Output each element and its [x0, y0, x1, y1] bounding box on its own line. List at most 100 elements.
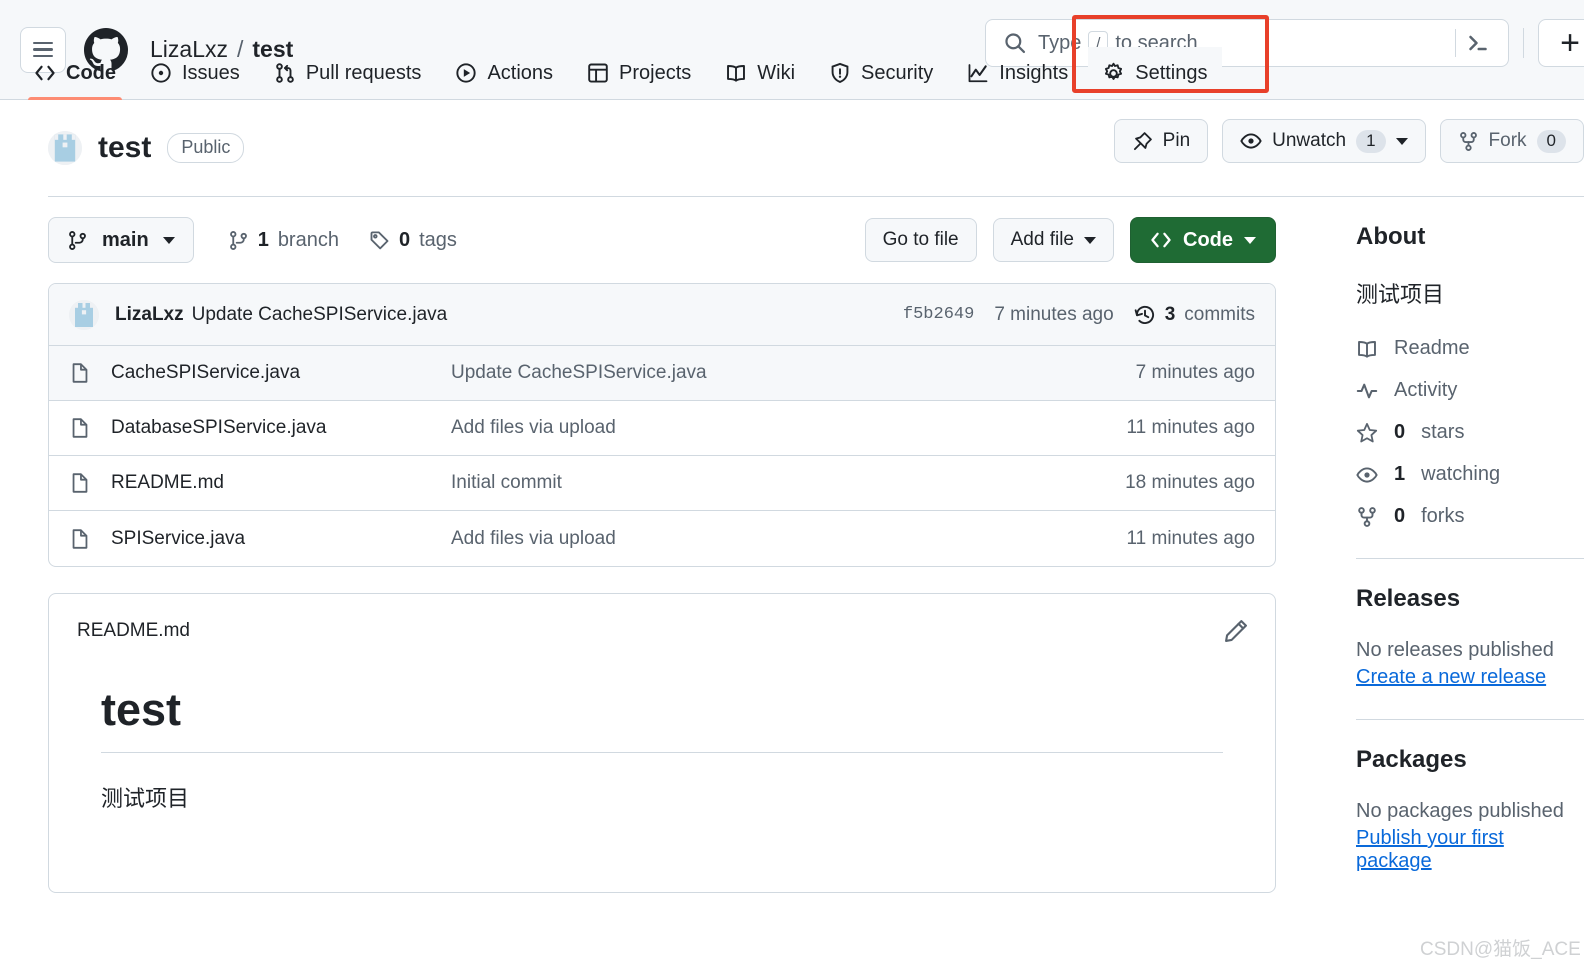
- avatar[interactable]: [48, 131, 82, 165]
- file-commit-message[interactable]: Add files via upload: [451, 417, 1126, 439]
- latest-commit-bar: LizaLxz Update CacheSPIService.java f5b2…: [49, 284, 1275, 346]
- readme-panel: README.md test 测试项目: [48, 593, 1276, 893]
- sidebar-forks-count: 0: [1394, 505, 1406, 527]
- shield-icon: [831, 62, 849, 83]
- tab-actions[interactable]: Actions: [441, 47, 567, 99]
- table-row[interactable]: README.md Initial commit 18 minutes ago: [49, 456, 1275, 511]
- readme-content: test 测试项目: [77, 642, 1247, 813]
- file-name[interactable]: CacheSPIService.java: [111, 362, 451, 384]
- commit-count[interactable]: 3 commits: [1134, 304, 1255, 326]
- branch-meta: 1 branch 0 tags: [228, 229, 457, 252]
- code-icon: [35, 65, 55, 81]
- code-button[interactable]: Code: [1130, 217, 1276, 263]
- sidebar-watching-count: 1: [1394, 463, 1406, 485]
- tab-insights[interactable]: Insights: [953, 47, 1082, 99]
- git-branch-icon: [229, 230, 247, 250]
- tab-wiki[interactable]: Wiki: [711, 47, 809, 99]
- sidebar-item-label: Readme: [1394, 337, 1470, 359]
- sidebar-item-stars[interactable]: 0 stars: [1356, 421, 1584, 444]
- tab-projects[interactable]: Projects: [573, 47, 705, 99]
- tab-settings[interactable]: Settings: [1088, 47, 1221, 99]
- tab-security-label: Security: [861, 61, 934, 84]
- tab-settings-wrapper: Settings: [1072, 15, 1270, 99]
- tab-issues[interactable]: Issues: [136, 47, 254, 99]
- repo-header: test Public Pin Unwatch 1 Fork 0: [0, 100, 1584, 174]
- watermark: CSDN@猫饭_ACE: [1420, 939, 1581, 960]
- file-commit-message[interactable]: Initial commit: [451, 472, 1125, 494]
- chevron-down-icon: [1084, 236, 1096, 244]
- tab-projects-label: Projects: [619, 61, 692, 84]
- pin-button[interactable]: Pin: [1113, 119, 1209, 163]
- tab-security[interactable]: Security: [815, 47, 947, 99]
- publish-package-link[interactable]: Publish your first package: [1356, 827, 1584, 873]
- create-new-button[interactable]: +: [1538, 19, 1584, 67]
- add-file-label: Add file: [1010, 229, 1074, 250]
- sidebar-item-forks[interactable]: 0 forks: [1356, 505, 1584, 528]
- branches-count[interactable]: 1 branch: [228, 229, 339, 252]
- about-description: 测试项目: [1356, 282, 1445, 307]
- repo-forked-icon: [1356, 506, 1378, 528]
- commit-time: 7 minutes ago: [994, 303, 1114, 325]
- tags-count[interactable]: 0 tags: [369, 229, 457, 252]
- table-row[interactable]: CacheSPIService.java Update CacheSPIServ…: [49, 346, 1275, 401]
- readme-paragraph: 测试项目: [101, 786, 190, 811]
- history-icon: [1134, 305, 1154, 324]
- gear-icon: [1105, 62, 1123, 80]
- readme-heading: test: [101, 684, 1223, 753]
- pin-button-label: Pin: [1162, 130, 1191, 151]
- book-icon: [1356, 338, 1378, 360]
- file-time: 11 minutes ago: [1126, 527, 1255, 549]
- packages-empty-text: No packages published: [1356, 800, 1564, 822]
- repo-forked-icon: [1459, 131, 1477, 151]
- file-icon: [72, 418, 88, 438]
- pencil-icon[interactable]: [1223, 618, 1249, 649]
- sidebar-divider: [1356, 558, 1584, 559]
- branch-toolbar: main 1 branch 0 tags Go to file Add file…: [48, 197, 1316, 283]
- branches-count-label: branch: [277, 228, 339, 251]
- tab-settings-label: Settings: [1135, 61, 1208, 84]
- tab-code[interactable]: Code: [20, 47, 130, 100]
- sidebar: About 测试项目 Readme Activity 0 stars 1 wat…: [1356, 197, 1584, 893]
- code-icon: [1151, 232, 1171, 248]
- file-time: 7 minutes ago: [1135, 362, 1255, 383]
- code-button-label: Code: [1183, 228, 1233, 251]
- terminal-icon[interactable]: [1456, 31, 1500, 55]
- repo-action-buttons: Pin Unwatch 1 Fork 0: [1113, 119, 1584, 163]
- file-commit-message[interactable]: Add files via upload: [451, 528, 1126, 550]
- branch-selector[interactable]: main: [48, 217, 194, 263]
- tab-pull-requests[interactable]: Pull requests: [260, 47, 436, 99]
- file-icon: [72, 363, 88, 383]
- table-row[interactable]: SPIService.java Add files via upload 11 …: [49, 511, 1275, 566]
- fork-button[interactable]: Fork 0: [1439, 119, 1584, 163]
- branch-name: main: [102, 228, 149, 251]
- table-row[interactable]: DatabaseSPIService.java Add files via up…: [49, 401, 1275, 456]
- file-time: 11 minutes ago: [1126, 417, 1255, 438]
- releases-empty-text: No releases published: [1356, 639, 1554, 661]
- issue-opened-icon: [151, 63, 171, 83]
- graph-icon: [968, 64, 988, 83]
- create-release-link[interactable]: Create a new release: [1356, 666, 1584, 689]
- repo-nav: Code Issues Pull requests Actions Projec…: [0, 15, 1270, 100]
- eye-icon: [1240, 133, 1262, 149]
- file-name[interactable]: README.md: [111, 472, 451, 494]
- watch-button[interactable]: Unwatch 1: [1222, 119, 1426, 163]
- sidebar-item-activity[interactable]: Activity: [1356, 379, 1584, 402]
- eye-icon: [1356, 464, 1378, 486]
- releases-heading: Releases: [1356, 585, 1461, 612]
- sidebar-item-watching[interactable]: 1 watching: [1356, 463, 1584, 486]
- file-commit-message[interactable]: Update CacheSPIService.java: [451, 362, 1136, 384]
- sidebar-item-readme[interactable]: Readme: [1356, 337, 1584, 360]
- table-icon: [588, 63, 608, 83]
- avatar[interactable]: [69, 299, 99, 330]
- sidebar-stars-count: 0: [1394, 421, 1406, 443]
- visibility-badge: Public: [167, 132, 245, 164]
- commit-message[interactable]: Update CacheSPIService.java: [192, 304, 448, 326]
- readme-filename: README.md: [77, 620, 190, 641]
- go-to-file-button[interactable]: Go to file: [864, 218, 977, 262]
- file-name[interactable]: SPIService.java: [111, 528, 451, 550]
- commit-sha[interactable]: f5b2649: [903, 305, 974, 324]
- file-name[interactable]: DatabaseSPIService.java: [111, 417, 451, 439]
- commit-author[interactable]: LizaLxz: [115, 304, 184, 326]
- play-icon: [456, 63, 477, 83]
- add-file-button[interactable]: Add file: [992, 218, 1114, 262]
